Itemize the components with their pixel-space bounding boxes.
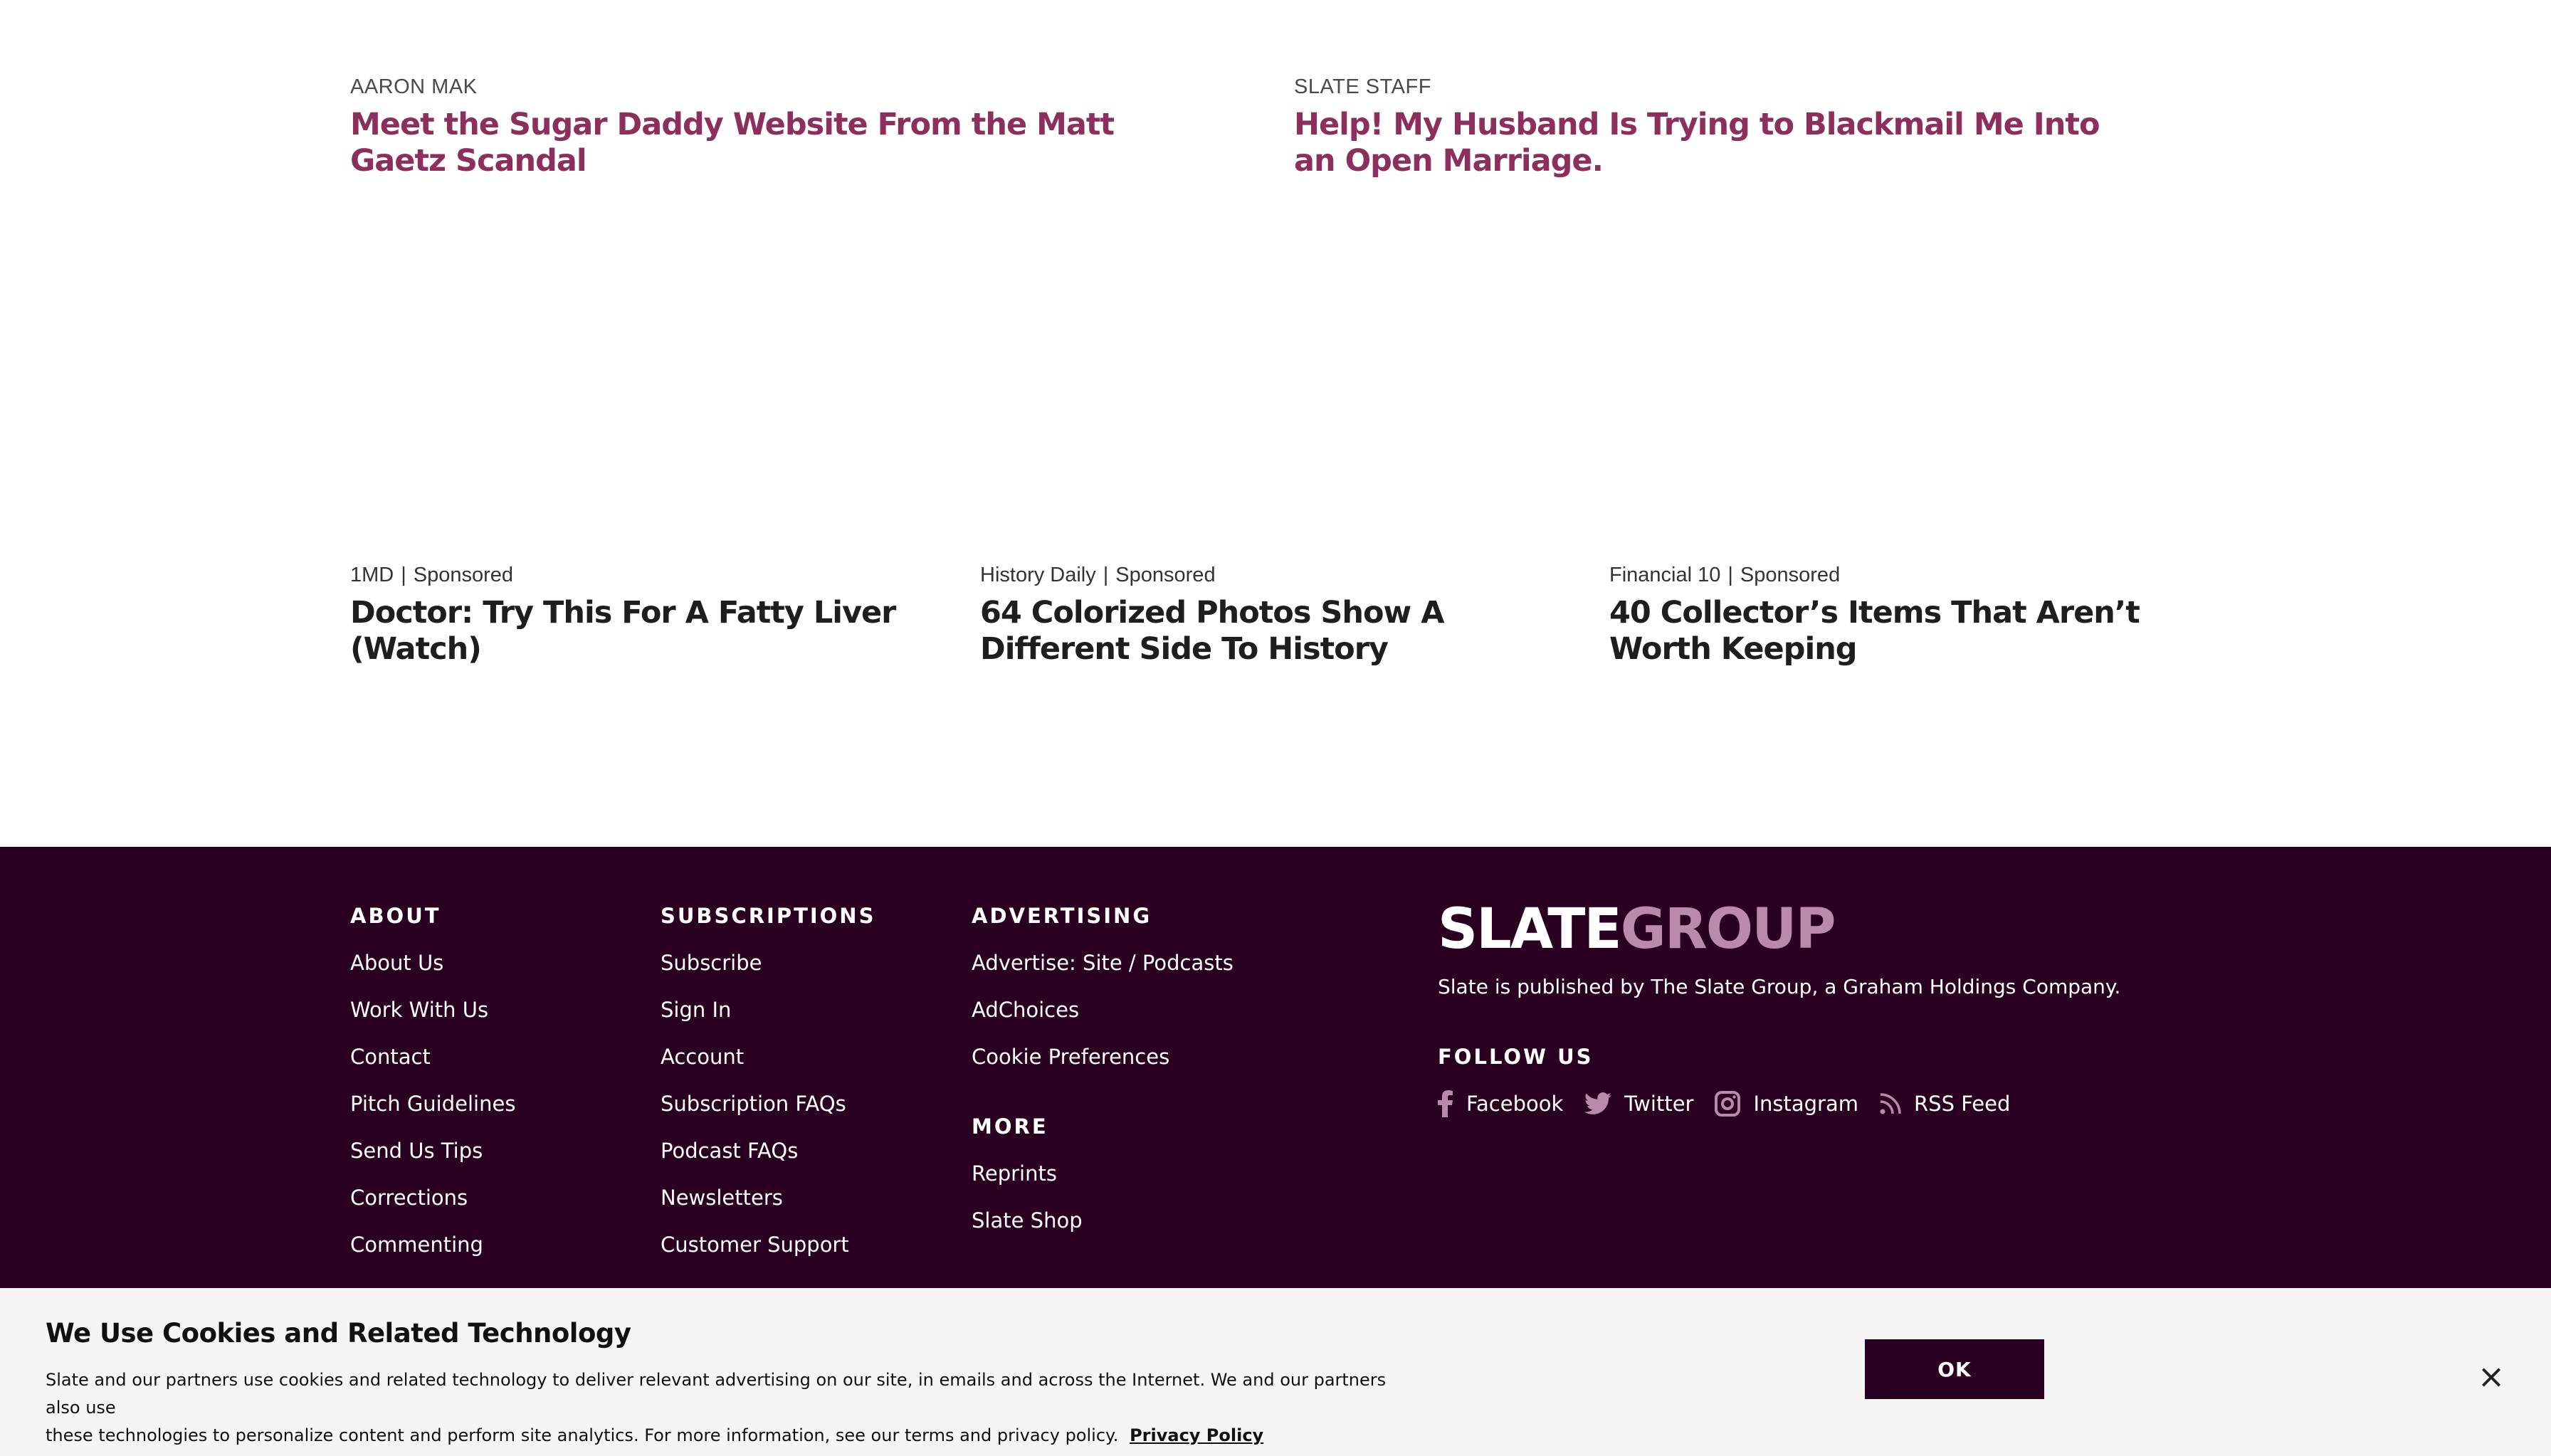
footer-brand: SLATEGROUP Slate is published by The Sla…	[1438, 901, 2120, 1117]
twitter-icon	[1584, 1092, 1612, 1114]
cookie-text-line1: Slate and our partners use cookies and r…	[46, 1370, 1387, 1418]
sponsored-meta: 1MD | Sponsored	[350, 562, 962, 588]
meta-separator: |	[401, 564, 406, 586]
footer-about-column: ABOUT About Us Work With Us Contact Pitc…	[350, 904, 515, 1280]
logo-slate-text: SLATE	[1438, 897, 1622, 961]
twitter-label: Twitter	[1624, 1092, 1694, 1116]
sponsor-source: 1MD	[350, 564, 394, 586]
instagram-link[interactable]: Instagram	[1715, 1091, 1858, 1117]
footer-link-cookie-preferences[interactable]: Cookie Preferences	[972, 1045, 1234, 1092]
sponsored-card[interactable]: 1MD | Sponsored Doctor: Try This For A Fat…	[350, 562, 962, 668]
slate-group-logo[interactable]: SLATEGROUP	[1438, 901, 2120, 958]
footer-link-sign-in[interactable]: Sign In	[661, 998, 875, 1045]
twitter-link[interactable]: Twitter	[1584, 1092, 1693, 1116]
logo-group-text: GROUP	[1620, 897, 1836, 961]
follow-us-heading: FOLLOW US	[1438, 1045, 1594, 1069]
article-title-link[interactable]: Meet the Sugar Daddy Website From the Ma…	[350, 107, 1162, 179]
footer-link-advertise[interactable]: Advertise: Site / Podcasts	[972, 951, 1234, 998]
rss-label: RSS Feed	[1914, 1092, 2011, 1116]
article-title-link[interactable]: Help! My Husband Is Trying to Blackmail …	[1294, 107, 2105, 179]
footer-link-pitch-guidelines[interactable]: Pitch Guidelines	[350, 1092, 515, 1139]
site-footer: ABOUT About Us Work With Us Contact Pitc…	[0, 847, 2551, 1288]
instagram-label: Instagram	[1753, 1092, 1859, 1116]
footer-link-contact[interactable]: Contact	[350, 1045, 515, 1092]
related-article-card[interactable]: SLATE STAFF Help! My Husband Is Trying t…	[1294, 74, 2105, 179]
footer-link-corrections[interactable]: Corrections	[350, 1186, 515, 1233]
sponsored-label: Sponsored	[413, 564, 514, 586]
footer-link-podcast-faqs[interactable]: Podcast FAQs	[661, 1139, 875, 1186]
facebook-link[interactable]: Facebook	[1438, 1090, 1563, 1117]
sponsored-card[interactable]: History Daily | Sponsored 64 Colorized Pho…	[980, 562, 1592, 668]
sponsored-title-link[interactable]: 40 Collector’s Items That Aren’t Worth K…	[1609, 595, 2221, 668]
footer-link-newsletters[interactable]: Newsletters	[661, 1186, 875, 1233]
privacy-policy-link[interactable]: Privacy Policy	[1130, 1425, 1263, 1445]
sponsored-title-link[interactable]: Doctor: Try This For A Fatty Liver (Watc…	[350, 595, 962, 668]
footer-heading-more: MORE	[972, 1114, 1048, 1139]
close-icon[interactable]: ×	[2476, 1360, 2507, 1393]
sponsored-label: Sponsored	[1115, 564, 1216, 586]
footer-heading-subscriptions: SUBSCRIPTIONS	[661, 904, 876, 928]
footer-link-slate-shop[interactable]: Slate Shop	[972, 1208, 1234, 1255]
footer-advertising-column: ADVERTISING Advertise: Site / Podcasts A…	[972, 904, 1234, 1255]
cookie-banner-text: Slate and our partners use cookies and r…	[46, 1366, 1398, 1450]
meta-separator: |	[1103, 564, 1109, 586]
publisher-statement: Slate is published by The Slate Group, a…	[1438, 975, 2121, 998]
footer-link-reprints[interactable]: Reprints	[972, 1161, 1234, 1208]
footer-link-work-with-us[interactable]: Work With Us	[350, 998, 515, 1045]
sponsored-meta: Financial 10 | Sponsored	[1609, 562, 2221, 588]
footer-link-customer-support[interactable]: Customer Support	[661, 1233, 875, 1280]
footer-link-send-us-tips[interactable]: Send Us Tips	[350, 1139, 515, 1186]
cookie-banner-title: We Use Cookies and Related Technology	[46, 1318, 631, 1349]
related-articles: AARON MAK Meet the Sugar Daddy Website F…	[0, 0, 2551, 847]
sponsored-card[interactable]: Financial 10 | Sponsored 40 Collector’s It…	[1609, 562, 2221, 668]
cookie-ok-button[interactable]: OK	[1865, 1339, 2044, 1399]
footer-link-subscribe[interactable]: Subscribe	[661, 951, 875, 998]
footer-link-commenting[interactable]: Commenting	[350, 1233, 515, 1280]
sponsored-title-link[interactable]: 64 Colorized Photos Show A Different Sid…	[980, 595, 1592, 668]
article-author[interactable]: AARON MAK	[350, 74, 1162, 100]
footer-link-about-us[interactable]: About Us	[350, 951, 515, 998]
facebook-icon	[1438, 1090, 1453, 1117]
cookie-text-line2: these technologies to personalize conten…	[46, 1425, 1119, 1445]
sponsor-source: History Daily	[980, 564, 1096, 586]
footer-heading-about: ABOUT	[350, 904, 441, 928]
footer-heading-advertising: ADVERTISING	[972, 904, 1152, 928]
rss-link[interactable]: RSS Feed	[1880, 1092, 2010, 1116]
instagram-icon	[1715, 1091, 1741, 1117]
footer-link-subscription-faqs[interactable]: Subscription FAQs	[661, 1092, 875, 1139]
social-links: Facebook Twitter Instagram RSS Feed	[1438, 1090, 2120, 1117]
facebook-label: Facebook	[1466, 1092, 1564, 1116]
article-author[interactable]: SLATE STAFF	[1294, 74, 2105, 100]
footer-subscriptions-column: SUBSCRIPTIONS Subscribe Sign In Account …	[661, 904, 875, 1280]
footer-link-adchoices[interactable]: AdChoices	[972, 998, 1234, 1045]
cookie-banner: We Use Cookies and Related Technology Sl…	[0, 1288, 2551, 1456]
sponsored-label: Sponsored	[1740, 564, 1841, 586]
related-article-card[interactable]: AARON MAK Meet the Sugar Daddy Website F…	[350, 74, 1162, 179]
footer-link-account[interactable]: Account	[661, 1045, 875, 1092]
meta-separator: |	[1727, 564, 1733, 586]
sponsored-meta: History Daily | Sponsored	[980, 562, 1592, 588]
rss-icon	[1880, 1093, 1901, 1114]
sponsor-source: Financial 10	[1609, 564, 1721, 586]
